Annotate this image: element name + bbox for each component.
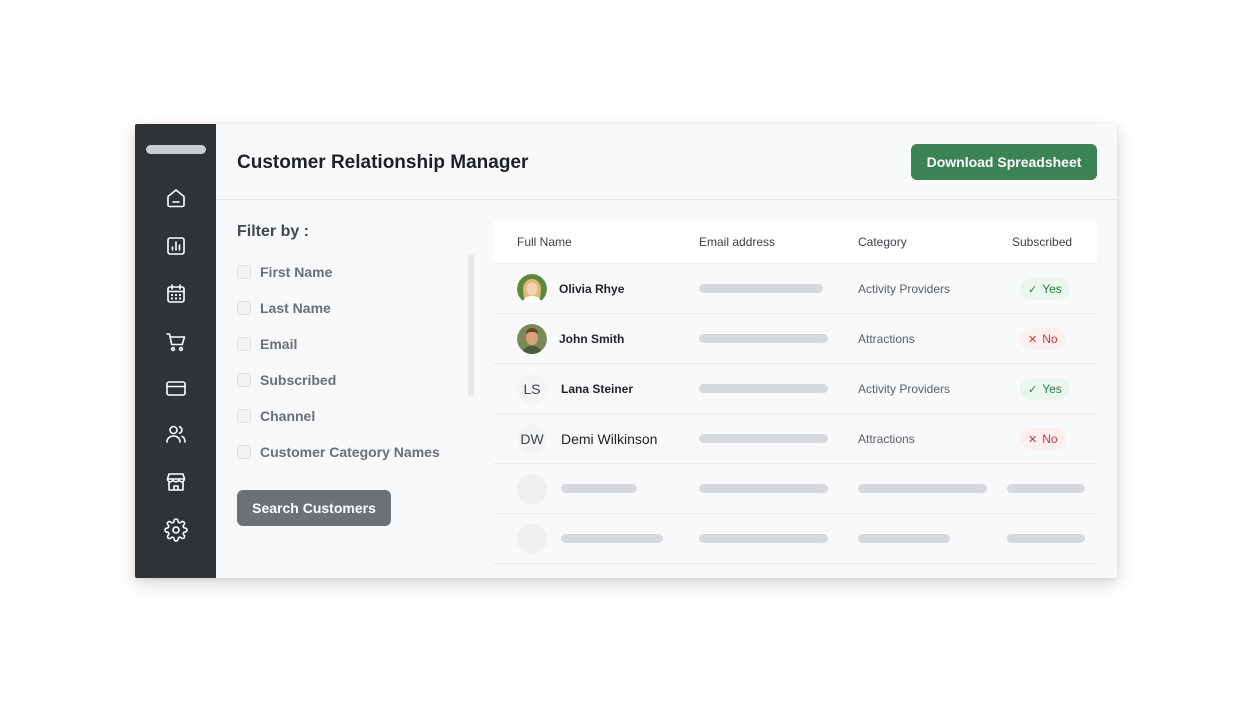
crm-window: Customer Relationship Manager Download S… — [135, 124, 1117, 578]
status-badge: ✕ No — [1020, 428, 1066, 450]
filter-last-name[interactable]: Last Name — [237, 299, 331, 317]
avatar-skeleton — [517, 474, 547, 504]
avatar — [517, 324, 547, 354]
check-icon: ✓ — [1028, 283, 1038, 296]
avatar-skeleton — [517, 524, 547, 554]
customer-category: Attractions — [858, 432, 915, 446]
credit-card-icon[interactable] — [163, 375, 189, 401]
filter-checkbox[interactable] — [237, 373, 251, 387]
name-placeholder — [561, 534, 663, 543]
name-placeholder — [561, 484, 637, 493]
filter-email[interactable]: Email — [237, 335, 297, 353]
status-badge-label: No — [1042, 432, 1058, 446]
filter-title: Filter by : — [237, 223, 310, 240]
table-row[interactable]: John Smith Attractions ✕ No — [493, 314, 1097, 364]
filter-label: Channel — [260, 408, 316, 424]
table-header: Full Name Email address Category Subscri… — [493, 220, 1097, 264]
filter-label: Subscribed — [260, 372, 337, 388]
email-placeholder — [699, 534, 828, 543]
status-badge-label: Yes — [1042, 382, 1062, 396]
filter-label: Customer Category Names — [260, 444, 440, 460]
column-header-full-name[interactable]: Full Name — [517, 235, 572, 249]
category-placeholder — [858, 534, 950, 543]
customer-name: Lana Steiner — [561, 382, 634, 396]
status-badge: ✕ No — [1020, 328, 1066, 350]
sidebar-logo-placeholder — [146, 145, 206, 154]
page-title: Customer Relationship Manager — [237, 152, 529, 173]
status-badge: ✓ Yes — [1020, 378, 1070, 400]
customer-name: Olivia Rhye — [559, 282, 625, 296]
analytics-icon[interactable] — [163, 233, 189, 259]
table-row[interactable]: DW Demi Wilkinson Attractions ✕ No — [493, 414, 1097, 464]
filter-checkbox[interactable] — [237, 337, 251, 351]
download-spreadsheet-button[interactable]: Download Spreadsheet — [911, 144, 1097, 180]
column-header-email[interactable]: Email address — [699, 235, 775, 249]
filter-first-name[interactable]: First Name — [237, 263, 332, 281]
column-header-category[interactable]: Category — [858, 235, 907, 249]
email-placeholder — [699, 434, 828, 443]
customer-category: Activity Providers — [858, 282, 951, 296]
avatar: DW — [517, 424, 547, 454]
avatar — [517, 274, 547, 304]
table-row-skeleton — [493, 464, 1097, 514]
subscribed-placeholder — [1007, 484, 1085, 493]
filter-checkbox[interactable] — [237, 301, 251, 315]
gear-icon[interactable] — [163, 517, 189, 543]
status-badge: ✓ Yes — [1020, 278, 1070, 300]
filter-checkbox[interactable] — [237, 265, 251, 279]
filter-checkbox[interactable] — [237, 445, 251, 459]
calendar-icon[interactable] — [163, 281, 189, 307]
avatar: LS — [517, 374, 547, 404]
filter-label: Last Name — [260, 300, 331, 316]
email-placeholder — [699, 384, 828, 393]
search-customers-button[interactable]: Search Customers — [237, 490, 391, 526]
filter-label: Email — [260, 336, 298, 352]
status-badge-label: Yes — [1042, 282, 1062, 296]
sidebar — [135, 124, 216, 578]
table-row[interactable]: LS Lana Steiner Activity Providers ✓ Yes — [493, 364, 1097, 414]
table-row-skeleton — [493, 514, 1097, 564]
close-icon: ✕ — [1028, 333, 1038, 346]
email-placeholder — [699, 484, 828, 493]
email-placeholder — [699, 334, 828, 343]
filter-scrollbar[interactable] — [468, 254, 474, 396]
check-icon: ✓ — [1028, 383, 1038, 396]
customer-name: Demi Wilkinson — [561, 431, 658, 447]
customers-table: Full Name Email address Category Subscri… — [493, 220, 1097, 578]
filter-label: First Name — [260, 264, 333, 280]
store-icon[interactable] — [163, 469, 189, 495]
subscribed-placeholder — [1007, 534, 1085, 543]
users-icon[interactable] — [163, 421, 189, 447]
filter-channel[interactable]: Channel — [237, 407, 315, 425]
page-header: Customer Relationship Manager Download S… — [216, 124, 1117, 200]
close-icon: ✕ — [1028, 433, 1038, 446]
category-placeholder — [858, 484, 987, 493]
filter-checkbox[interactable] — [237, 409, 251, 423]
filter-subscribed[interactable]: Subscribed — [237, 371, 336, 389]
email-placeholder — [699, 284, 823, 293]
customer-name: John Smith — [559, 332, 625, 346]
main-content: Customer Relationship Manager Download S… — [216, 124, 1117, 578]
customer-category: Attractions — [858, 332, 915, 346]
status-badge-label: No — [1042, 332, 1058, 346]
filter-customer-category-names[interactable]: Customer Category Names — [237, 443, 440, 461]
customer-category: Activity Providers — [858, 382, 951, 396]
cart-icon[interactable] — [163, 329, 189, 355]
column-header-subscribed[interactable]: Subscribed — [1012, 235, 1072, 249]
home-icon[interactable] — [163, 185, 189, 211]
table-row[interactable]: Olivia Rhye Activity Providers ✓ Yes — [493, 264, 1097, 314]
